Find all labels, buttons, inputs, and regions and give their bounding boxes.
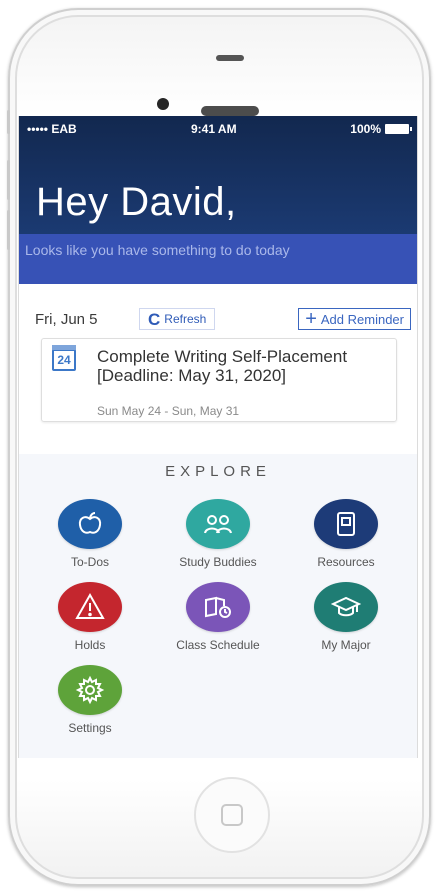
battery-icon — [385, 124, 412, 134]
mute-switch — [7, 110, 10, 134]
battery-status: 100% — [350, 122, 412, 136]
volume-down-button — [7, 210, 10, 250]
clock: 9:41 AM — [191, 122, 237, 136]
carrier-label: ••••• EAB — [27, 122, 77, 136]
todo-dates: Sun May 24 - Sun, May 31 — [97, 404, 240, 418]
book-icon — [337, 512, 355, 536]
reminder-toolbar: Fri, Jun 5 C Refresh + Add Reminder — [35, 308, 411, 332]
gear-icon — [75, 675, 105, 705]
graduation-cap-icon — [331, 596, 361, 617]
my-major-circle — [314, 582, 378, 632]
refresh-label: Refresh — [164, 312, 207, 326]
settings-circle — [58, 665, 122, 715]
tile-resources[interactable]: Resources — [291, 499, 401, 569]
todo-title: Complete Writing Self-Placement [Deadlin… — [97, 347, 348, 385]
warning-icon — [75, 592, 105, 619]
app-header: ••••• EAB 9:41 AM 100% Hey David, Looks … — [19, 116, 417, 284]
schedule-icon — [205, 596, 231, 618]
tile-study-buddies[interactable]: Study Buddies — [163, 499, 273, 569]
add-reminder-label: Add Reminder — [320, 311, 404, 327]
app-screen: ••••• EAB 9:41 AM 100% Hey David, Looks … — [18, 116, 418, 758]
greeting-title: Hey David, — [36, 180, 237, 224]
resources-label: Resources — [317, 555, 375, 569]
to-dos-circle — [58, 499, 122, 549]
study-buddies-label: Study Buddies — [179, 555, 257, 569]
people-icon — [204, 515, 232, 534]
greeting-band: Looks like you have something to do toda… — [19, 234, 417, 284]
explore-heading: EXPLORE — [165, 463, 271, 480]
refresh-icon: C — [148, 309, 161, 329]
home-square-icon — [221, 804, 243, 826]
front-camera — [157, 98, 169, 110]
tile-settings[interactable]: Settings — [35, 665, 145, 735]
explore-section: EXPLORE To-Dos Study Buddies Resources H… — [19, 454, 417, 758]
apple-icon — [78, 512, 102, 534]
battery-percent: 100% — [350, 122, 381, 136]
tile-my-major[interactable]: My Major — [291, 582, 401, 652]
refresh-button[interactable]: C Refresh — [139, 308, 216, 330]
resources-circle — [314, 499, 378, 549]
plus-icon: + — [305, 308, 317, 330]
holds-label: Holds — [74, 638, 106, 652]
to-dos-label: To-Dos — [70, 555, 109, 569]
sleep-button — [216, 55, 244, 61]
class-schedule-label: Class Schedule — [176, 638, 260, 652]
add-reminder-button[interactable]: + Add Reminder — [298, 308, 411, 330]
tile-to-dos[interactable]: To-Dos — [35, 499, 145, 569]
greeting-subtitle: Looks like you have something to do toda… — [25, 242, 290, 258]
home-button[interactable] — [194, 777, 270, 853]
holds-circle — [58, 582, 122, 632]
calendar-icon: 24 — [52, 345, 76, 371]
reminders-section: Fri, Jun 5 C Refresh + Add Reminder 24 C… — [19, 284, 417, 454]
settings-label: Settings — [68, 721, 112, 735]
tile-class-schedule[interactable]: Class Schedule — [163, 582, 273, 652]
volume-up-button — [7, 160, 10, 200]
my-major-label: My Major — [321, 638, 371, 652]
study-buddies-circle — [186, 499, 250, 549]
tile-holds[interactable]: Holds — [35, 582, 145, 652]
todo-card[interactable]: 24 Complete Writing Self-Placement [Dead… — [41, 338, 397, 422]
status-bar: ••••• EAB 9:41 AM 100% — [19, 122, 417, 140]
earpiece-speaker — [201, 106, 259, 116]
current-date: Fri, Jun 5 — [35, 311, 98, 328]
class-schedule-circle — [186, 582, 250, 632]
